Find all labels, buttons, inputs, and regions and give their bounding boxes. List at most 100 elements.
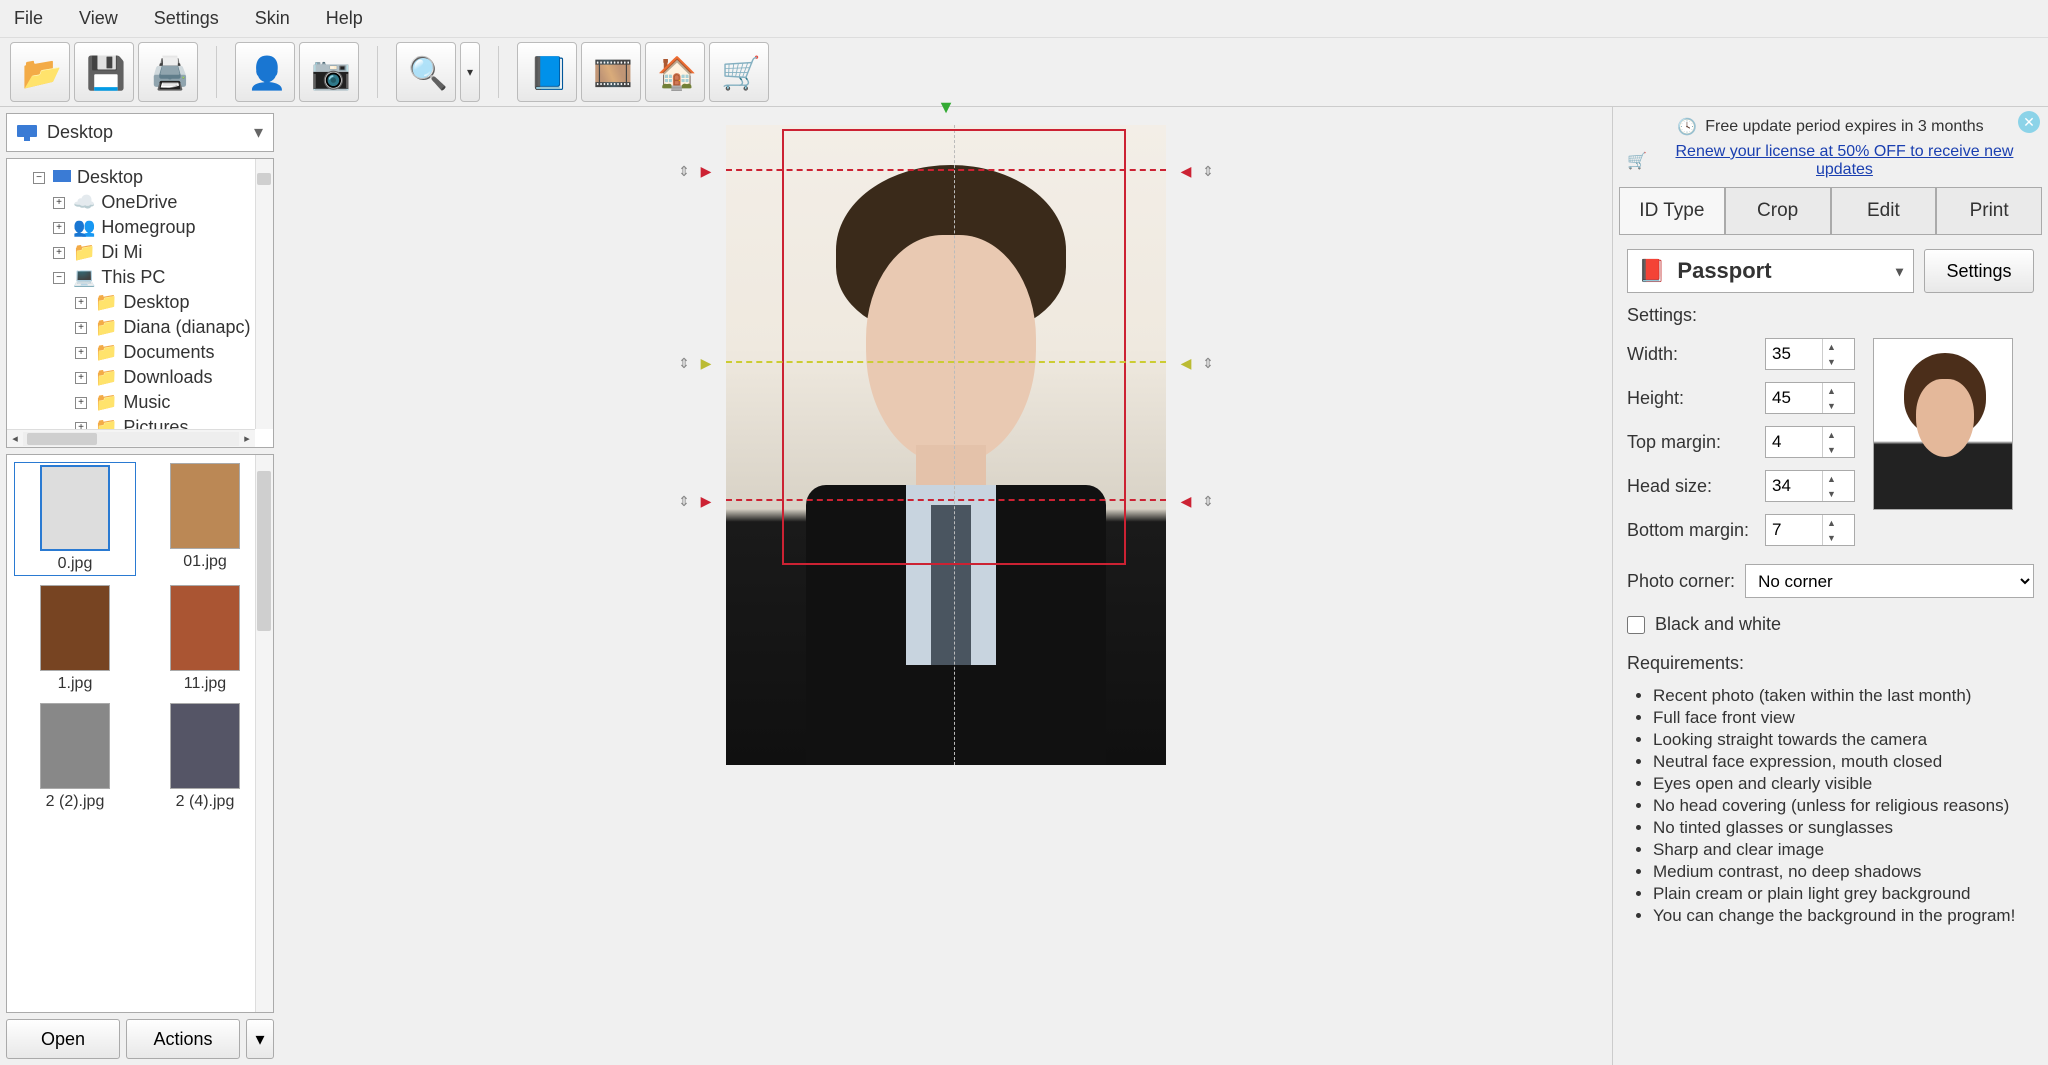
tree-item-desktop[interactable]: +📁Desktop — [75, 290, 273, 315]
menu-view[interactable]: View — [73, 4, 124, 33]
tab-id-type[interactable]: ID Type — [1619, 187, 1725, 234]
promo-line1: Free update period expires in 3 months — [1705, 118, 1983, 136]
tree-item-thispc[interactable]: −💻This PC — [53, 265, 273, 290]
thumbnail-item[interactable]: 01.jpg — [145, 463, 265, 575]
spin-up-icon[interactable]: ▲ — [1823, 515, 1840, 530]
chin-right-marker[interactable]: ◀ — [1176, 491, 1196, 511]
top-margin-input[interactable] — [1766, 428, 1822, 456]
id-type-combo[interactable]: 📕 Passport ▾ — [1627, 249, 1914, 293]
bottom-margin-spinner[interactable]: ▲▼ — [1765, 514, 1855, 546]
expand-icon[interactable]: + — [53, 197, 65, 209]
expand-icon[interactable]: + — [75, 372, 87, 384]
top-center-handle[interactable]: ▼ — [936, 97, 956, 117]
top-margin-spinner[interactable]: ▲▼ — [1765, 426, 1855, 458]
expand-icon[interactable]: + — [53, 247, 65, 259]
renew-license-link[interactable]: Renew your license at 50% OFF to receive… — [1655, 143, 2034, 179]
spin-up-icon[interactable]: ▲ — [1823, 471, 1840, 486]
height-spinner[interactable]: ▲▼ — [1765, 382, 1855, 414]
expand-icon[interactable]: + — [75, 397, 87, 409]
tree-vertical-scrollbar[interactable] — [255, 159, 273, 429]
chin-left-marker[interactable]: ▶ — [696, 491, 716, 511]
expand-icon[interactable]: + — [53, 222, 65, 234]
nudge-vert-icon[interactable]: ⇕ — [1198, 491, 1218, 511]
nudge-vert-icon[interactable]: ⇕ — [1198, 161, 1218, 181]
bw-checkbox[interactable] — [1627, 616, 1645, 634]
tree-horizontal-scrollbar[interactable]: ◂▸ — [7, 429, 255, 447]
thumbnail-item[interactable]: 1.jpg — [15, 585, 135, 693]
thumbnail-item[interactable]: 11.jpg — [145, 585, 265, 693]
open-file-button[interactable]: Open — [6, 1019, 120, 1059]
open-button[interactable]: 📂 — [10, 42, 70, 102]
thumbnail-item[interactable]: 2 (2).jpg — [15, 703, 135, 811]
eye-left-marker[interactable]: ▶ — [696, 353, 716, 373]
menu-help[interactable]: Help — [320, 4, 369, 33]
thumbnail-item[interactable]: 0.jpg — [15, 463, 135, 575]
nudge-vert-icon[interactable]: ⇕ — [674, 353, 694, 373]
help-button[interactable]: 📘 — [517, 42, 577, 102]
tree-item-onedrive[interactable]: +☁️OneDrive — [53, 190, 273, 215]
spin-down-icon[interactable]: ▼ — [1823, 354, 1840, 369]
tab-print[interactable]: Print — [1936, 187, 2042, 234]
eye-guide-line[interactable] — [726, 361, 1166, 363]
nudge-vert-icon[interactable]: ⇕ — [674, 491, 694, 511]
top-right-marker[interactable]: ◀ — [1176, 161, 1196, 181]
height-input[interactable] — [1766, 384, 1822, 412]
tree-item-diana[interactable]: +📁Diana (dianapc) — [75, 315, 273, 340]
spin-down-icon[interactable]: ▼ — [1823, 398, 1840, 413]
top-left-marker[interactable]: ▶ — [696, 161, 716, 181]
tree-item-downloads[interactable]: +📁Downloads — [75, 365, 273, 390]
spin-down-icon[interactable]: ▼ — [1823, 486, 1840, 501]
person-button[interactable]: 👤 — [235, 42, 295, 102]
spin-up-icon[interactable]: ▲ — [1823, 383, 1840, 398]
tree-item-user[interactable]: +📁Di Mi — [53, 240, 273, 265]
bw-checkbox-row[interactable]: Black and white — [1627, 614, 2034, 635]
nudge-vert-icon[interactable]: ⇕ — [1198, 353, 1218, 373]
camera-button[interactable]: 📷 — [299, 42, 359, 102]
top-guide-line[interactable] — [726, 169, 1166, 171]
head-size-spinner[interactable]: ▲▼ — [1765, 470, 1855, 502]
location-combo[interactable]: Desktop ▾ — [6, 113, 274, 152]
spin-up-icon[interactable]: ▲ — [1823, 339, 1840, 354]
spin-up-icon[interactable]: ▲ — [1823, 427, 1840, 442]
expand-icon[interactable]: + — [75, 347, 87, 359]
chin-guide-line[interactable] — [726, 499, 1166, 501]
tree-item-documents[interactable]: +📁Documents — [75, 340, 273, 365]
id-settings-button[interactable]: Settings — [1924, 249, 2034, 293]
width-spinner[interactable]: ▲▼ — [1765, 338, 1855, 370]
expand-icon[interactable]: + — [75, 297, 87, 309]
cart-button[interactable]: 🛒 — [709, 42, 769, 102]
nudge-vert-icon[interactable]: ⇕ — [674, 161, 694, 181]
spin-down-icon[interactable]: ▼ — [1823, 530, 1840, 545]
save-button[interactable]: 💾 — [74, 42, 134, 102]
width-input[interactable] — [1766, 340, 1822, 368]
photo-preview[interactable]: ▼ ▶ ◀ ▶ ◀ ▶ ◀ ⇕ ⇕ ⇕ ⇕ ⇕ ⇕ — [726, 125, 1166, 765]
thumbnail-label: 2 (4).jpg — [176, 793, 235, 811]
spin-down-icon[interactable]: ▼ — [1823, 442, 1840, 457]
home-button[interactable]: 🏠 — [645, 42, 705, 102]
video-button[interactable]: 🎞️ — [581, 42, 641, 102]
bottom-margin-input[interactable] — [1766, 516, 1822, 544]
thumbs-vertical-scrollbar[interactable] — [255, 455, 273, 1012]
tab-crop[interactable]: Crop — [1725, 187, 1831, 234]
tree-item-music[interactable]: +📁Music — [75, 390, 273, 415]
expand-icon[interactable]: + — [75, 322, 87, 334]
zoom-button[interactable]: 🔍 — [396, 42, 456, 102]
thumbnail-item[interactable]: 2 (4).jpg — [145, 703, 265, 811]
menu-skin[interactable]: Skin — [249, 4, 296, 33]
tab-edit[interactable]: Edit — [1831, 187, 1937, 234]
print-button[interactable]: 🖨️ — [138, 42, 198, 102]
tree-root[interactable]: − Desktop — [33, 165, 273, 190]
folder-tree: − Desktop +☁️OneDrive +👥Homegroup +📁Di M… — [6, 158, 274, 448]
actions-dropdown[interactable]: ▾ — [246, 1019, 274, 1059]
tree-item-homegroup[interactable]: +👥Homegroup — [53, 215, 273, 240]
collapse-icon[interactable]: − — [33, 172, 45, 184]
zoom-dropdown[interactable]: ▾ — [460, 42, 480, 102]
collapse-icon[interactable]: − — [53, 272, 65, 284]
head-size-input[interactable] — [1766, 472, 1822, 500]
actions-button[interactable]: Actions — [126, 1019, 240, 1059]
close-promo-button[interactable]: ✕ — [2018, 111, 2040, 133]
menu-file[interactable]: File — [8, 4, 49, 33]
eye-right-marker[interactable]: ◀ — [1176, 353, 1196, 373]
photo-corner-select[interactable]: No corner — [1745, 564, 2034, 598]
menu-settings[interactable]: Settings — [148, 4, 225, 33]
